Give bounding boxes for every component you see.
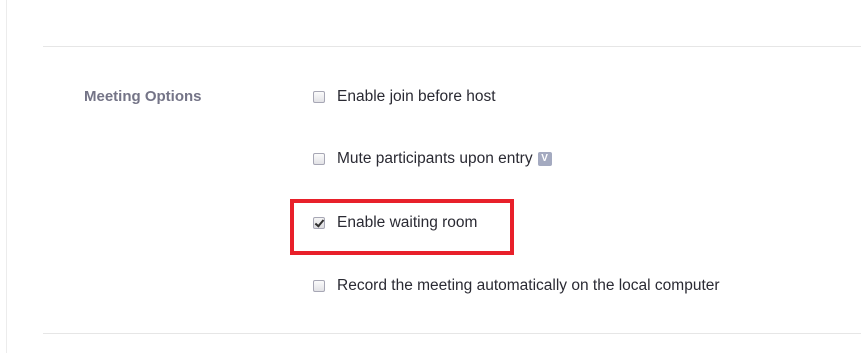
waiting-room-label: Enable waiting room — [337, 214, 478, 231]
section-divider-top — [43, 46, 861, 47]
panel-left-border — [6, 0, 7, 353]
option-join-before-host[interactable]: Enable join before host — [313, 87, 496, 107]
section-divider-bottom — [43, 333, 861, 334]
auto-record-local-label: Record the meeting automatically on the … — [337, 277, 720, 294]
info-icon[interactable]: V — [537, 152, 552, 166]
mute-on-entry-checkbox[interactable] — [313, 153, 325, 165]
waiting-room-checkbox[interactable] — [313, 217, 325, 229]
meeting-options-label: Meeting Options — [84, 88, 202, 105]
auto-record-local-checkbox[interactable] — [313, 280, 325, 292]
join-before-host-checkbox[interactable] — [313, 91, 325, 103]
option-waiting-room[interactable]: Enable waiting room — [313, 213, 477, 233]
join-before-host-label: Enable join before host — [337, 88, 496, 105]
option-mute-on-entry[interactable]: Mute participants upon entry V — [313, 149, 552, 169]
mute-on-entry-label: Mute participants upon entry — [337, 150, 533, 167]
option-auto-record-local[interactable]: Record the meeting automatically on the … — [313, 276, 720, 296]
